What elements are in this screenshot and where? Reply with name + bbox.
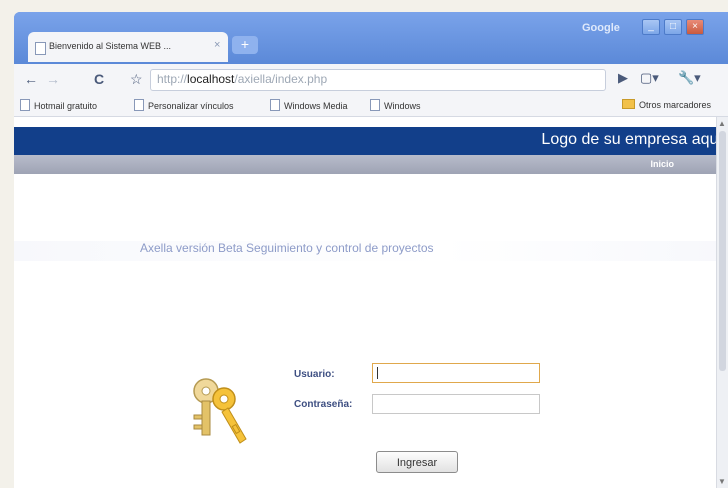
scroll-thumb[interactable] <box>719 131 726 371</box>
browser-toolbar: ← → C ☆ http://localhost/axiella/index.p… <box>14 64 728 94</box>
bookmark-item[interactable]: Windows Media <box>270 99 348 111</box>
header-band: Logo de su empresa aqui <box>14 127 728 155</box>
user-input[interactable] <box>372 363 540 383</box>
other-bookmarks-label: Otros marcadores <box>639 100 712 110</box>
play-icon[interactable]: ▶ <box>618 70 628 86</box>
text-caret <box>377 367 378 379</box>
folder-icon <box>622 99 635 109</box>
bookmark-label: Windows Media <box>284 101 348 111</box>
close-tab-icon[interactable]: × <box>214 39 220 51</box>
wrench-icon[interactable]: 🔧▾ <box>678 70 701 86</box>
close-window-button[interactable]: × <box>686 19 704 35</box>
bookmark-item[interactable]: Personalizar vínculos <box>134 99 234 111</box>
company-logo-text: Logo de su empresa aqui <box>541 131 722 148</box>
bookmark-item[interactable]: Windows <box>370 99 421 111</box>
maximize-button[interactable]: □ <box>664 19 682 35</box>
page-content: Logo de su empresa aqui Inicio Axella ve… <box>14 117 728 488</box>
new-tab-button[interactable]: + <box>232 36 258 54</box>
scroll-down-icon[interactable]: ▼ <box>718 477 726 486</box>
forward-icon[interactable]: → <box>46 71 60 87</box>
reload-icon[interactable]: C <box>94 71 104 87</box>
page-icon <box>35 42 46 55</box>
nav-band: Inicio <box>14 155 728 174</box>
url-host: localhost <box>187 72 235 86</box>
login-button[interactable]: Ingresar <box>376 451 458 473</box>
bookmarks-bar: Hotmail gratuito Personalizar vínculos W… <box>14 94 728 117</box>
page-icon <box>20 99 30 111</box>
password-input[interactable] <box>372 394 540 414</box>
tab-title: Bienvenido al Sistema WEB ... <box>49 41 172 51</box>
page-icon <box>370 99 380 111</box>
minimize-button[interactable]: _ <box>642 19 660 35</box>
vertical-scrollbar[interactable]: ▲ ▼ <box>716 117 728 488</box>
tab-active[interactable]: Bienvenido al Sistema WEB ... × <box>28 32 228 62</box>
back-icon[interactable]: ← <box>24 71 38 87</box>
browser-window: Google _ □ × Bienvenido al Sistema WEB .… <box>14 12 728 488</box>
password-label: Contraseña: <box>294 399 353 410</box>
bookmark-label: Hotmail gratuito <box>34 101 98 111</box>
keys-icon <box>184 375 254 449</box>
page-icon <box>270 99 280 111</box>
bookmark-item[interactable]: Hotmail gratuito <box>20 99 97 111</box>
url-protocol: http:// <box>157 72 188 86</box>
user-label: Usuario: <box>294 369 335 380</box>
bookmark-label: Windows <box>384 101 421 111</box>
page-icon <box>134 99 144 111</box>
address-url: http://localhost/axiella/index.php <box>157 72 327 86</box>
page-menu-icon[interactable]: ▢▾ <box>640 70 659 86</box>
title-bar: Google _ □ × Bienvenido al Sistema WEB .… <box>14 12 728 64</box>
google-label: Google <box>582 22 620 34</box>
bookmark-label: Personalizar vínculos <box>148 101 234 111</box>
scroll-up-icon[interactable]: ▲ <box>718 119 726 128</box>
page-subtitle: Axella versión Beta Seguimiento y contro… <box>140 241 434 255</box>
star-icon[interactable]: ☆ <box>130 71 143 88</box>
url-path: /axiella/index.php <box>234 72 328 86</box>
other-bookmarks[interactable]: Otros marcadores <box>622 99 711 110</box>
address-bar[interactable]: http://localhost/axiella/index.php <box>150 69 606 91</box>
home-link[interactable]: Inicio <box>650 159 674 169</box>
